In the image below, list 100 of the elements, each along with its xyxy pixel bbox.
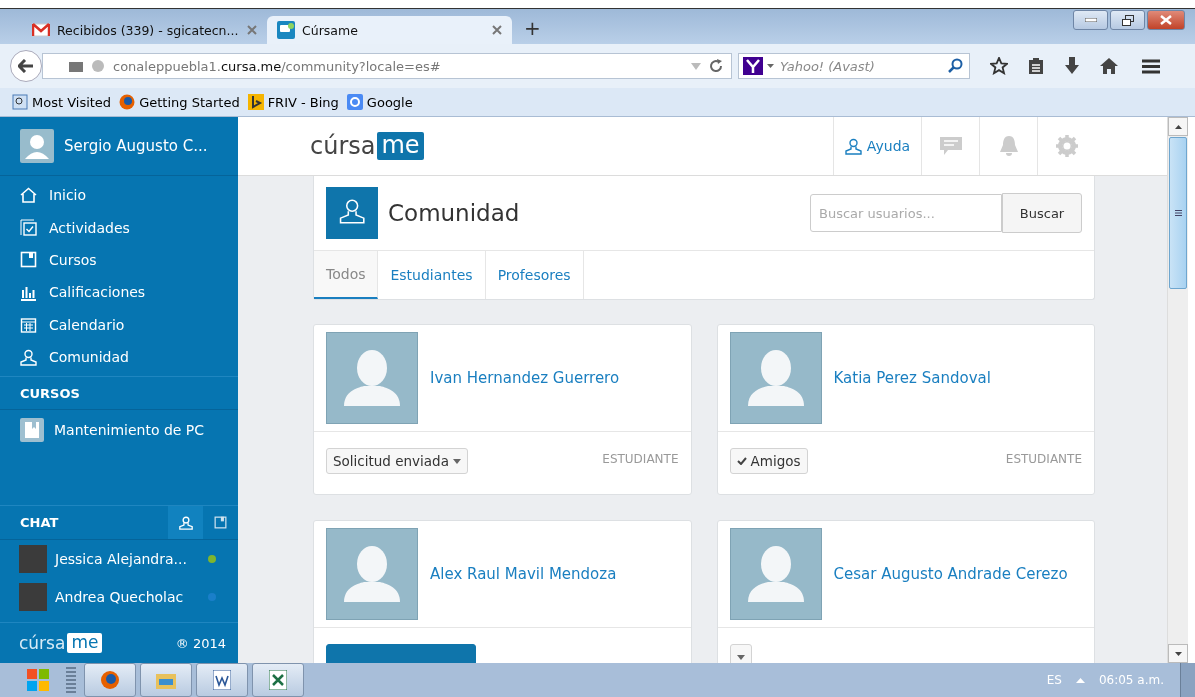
avatar-silhouette-icon	[326, 332, 418, 424]
copyright-text: ® 2014	[175, 635, 226, 651]
person-name-link[interactable]: Cesar Augusto Andrade Cerezo	[833, 565, 1068, 583]
gear-icon	[1055, 135, 1078, 157]
user-icon	[178, 515, 193, 530]
person-name-link[interactable]: Ivan Hernandez Guerrero	[430, 369, 620, 387]
chat-contact[interactable]: Andrea Quecholac	[0, 578, 238, 616]
user-icon	[844, 137, 862, 155]
page-icon	[12, 94, 28, 110]
sidebar-item[interactable]: Calificaciones	[0, 276, 238, 309]
yahoo-logo-icon	[743, 57, 763, 75]
user-name[interactable]: Sergio Augusto C...	[64, 137, 208, 155]
course-link[interactable]: Mantenimiento de PC	[0, 410, 238, 451]
contacts-tab[interactable]	[168, 506, 203, 539]
folder-icon	[69, 60, 83, 72]
avatar-silhouette-icon	[20, 129, 54, 163]
bing-icon	[247, 94, 264, 110]
restore-button[interactable]	[1110, 10, 1145, 30]
close-icon	[1160, 15, 1172, 25]
minimize-icon	[1084, 18, 1097, 22]
bell-icon	[998, 135, 1019, 157]
taskbar-grip[interactable]	[66, 667, 76, 693]
chat-bubble-icon	[277, 21, 295, 39]
filter-tab[interactable]: Todos	[314, 251, 379, 299]
speech-bubble-icon	[939, 137, 962, 155]
document-icon	[213, 670, 231, 690]
close-button[interactable]	[1147, 10, 1185, 30]
caret-icon[interactable]	[767, 64, 774, 68]
firefox-icon	[100, 670, 120, 690]
help-link[interactable]: Ayuda	[833, 117, 921, 175]
clipboard-icon[interactable]	[1028, 57, 1044, 75]
minimize-button[interactable]	[1073, 10, 1108, 30]
checkmark-icon	[736, 457, 747, 465]
globe-icon	[91, 59, 105, 73]
home-icon[interactable]	[1100, 58, 1118, 74]
caret-icon	[736, 654, 745, 660]
caret-icon	[452, 458, 461, 464]
person-name-link[interactable]: Alex Raul Mavil Mendoza	[430, 565, 617, 583]
star-icon[interactable]	[990, 57, 1008, 75]
sidebar-item[interactable]: Comunidad	[0, 340, 238, 374]
search-button[interactable]: Buscar	[1002, 193, 1082, 233]
chat-contact[interactable]: Jessica Alejandra...	[0, 540, 238, 578]
cursame-logo[interactable]: cúrsa me	[310, 131, 424, 161]
windows-logo-icon	[25, 667, 51, 693]
user-search-field[interactable]: Buscar usuarios...	[810, 194, 1002, 232]
down-arrow-icon[interactable]	[1174, 651, 1182, 656]
spreadsheet-icon	[269, 670, 287, 690]
calendar-icon	[20, 316, 37, 334]
filter-tab[interactable]: Estudiantes	[378, 251, 486, 299]
menu-icon[interactable]	[1142, 58, 1160, 74]
sidebar-item[interactable]: Actividades	[0, 211, 238, 244]
sidebar-item[interactable]: Cursos	[0, 243, 238, 277]
folder-icon	[156, 671, 176, 689]
restore-icon	[1121, 14, 1134, 26]
request-dropdown-button[interactable]	[729, 644, 752, 663]
cursame-logo: cúrsa me	[19, 632, 103, 654]
taskbar-app[interactable]	[252, 663, 304, 697]
filter-tab[interactable]: Profesores	[485, 251, 584, 299]
new-tab-button[interactable]: +	[524, 16, 541, 40]
google-icon	[346, 94, 363, 110]
home-icon	[20, 186, 37, 204]
friends-button[interactable]: Amigos	[729, 448, 808, 474]
role-label: ESTUDIANTE	[1005, 452, 1082, 466]
grip-icon	[1174, 210, 1182, 216]
request-dropdown-button[interactable]: Solicitud enviada	[326, 448, 468, 474]
bookmark-link[interactable]: FRIV - Bing	[247, 94, 339, 110]
mail-icon	[32, 23, 50, 37]
sidebar-item[interactable]: Calendario	[0, 308, 238, 341]
back-button[interactable]	[10, 50, 42, 82]
page-title: Comunidad	[388, 200, 520, 226]
firefox-icon	[119, 94, 136, 110]
up-arrow-icon[interactable]	[1174, 124, 1182, 129]
browser-tab[interactable]: Cúrsame	[267, 16, 512, 44]
community-user-icon	[326, 187, 378, 239]
person-name-link[interactable]: Katia Perez Sandoval	[833, 369, 991, 387]
taskbar-app[interactable]	[84, 663, 136, 697]
reload-icon[interactable]	[709, 59, 723, 73]
back-arrow-icon	[18, 59, 34, 73]
search-icon[interactable]	[947, 58, 963, 74]
close-tab-icon[interactable]	[492, 25, 502, 35]
bookmark-link[interactable]: Google	[346, 94, 413, 110]
section-heading: CHAT	[19, 515, 60, 530]
search-bar[interactable]: Yahoo! (Avast)	[738, 53, 970, 79]
book-icon	[214, 516, 227, 529]
role-label: ESTUDIANTE	[602, 452, 679, 466]
avatar-silhouette-icon	[326, 528, 418, 620]
photo-placeholder	[19, 583, 47, 611]
download-icon[interactable]	[1064, 57, 1080, 75]
avatar-silhouette-icon	[729, 528, 822, 620]
address-bar[interactable]: conaleppuebla1.cursa.me/community?locale=es#	[42, 53, 732, 79]
taskbar-app[interactable]	[140, 663, 192, 697]
taskbar-app[interactable]	[196, 663, 248, 697]
checkbox-icon	[20, 219, 37, 237]
bookmark-link[interactable]: Getting Started	[119, 94, 240, 110]
close-tab-icon[interactable]	[247, 25, 257, 35]
browser-tab[interactable]: Recibidos (339) - sgicatecn...	[22, 16, 267, 44]
scrollbar[interactable]	[1167, 117, 1188, 663]
bookmark-link[interactable]: Most Visited	[12, 94, 112, 110]
sidebar-item[interactable]: Inicio	[0, 179, 238, 212]
avatar-silhouette-icon	[729, 332, 822, 424]
